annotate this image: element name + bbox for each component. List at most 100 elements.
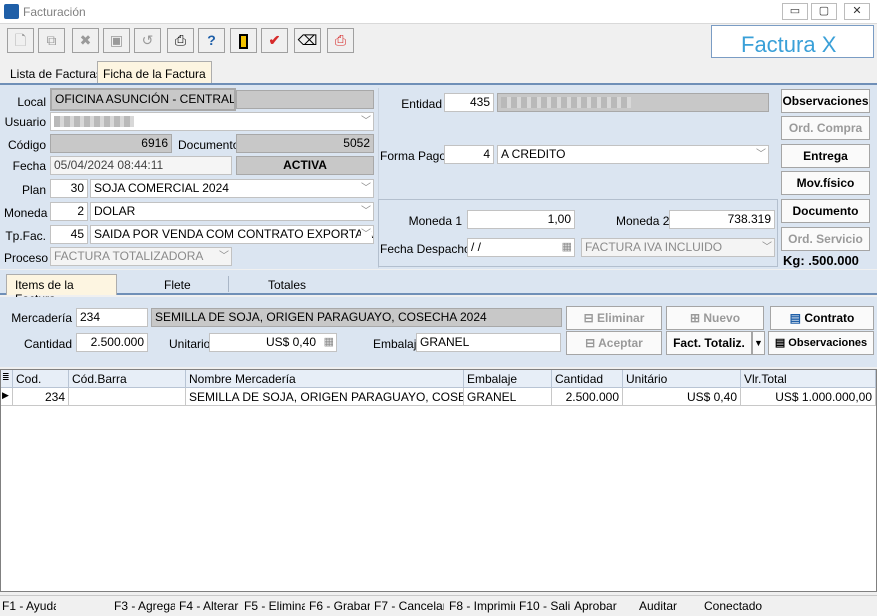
items-grid[interactable]: ≣ Cod. Cód.Barra Nombre Mercadería Embal… (0, 369, 877, 592)
table-cell[interactable]: 234 (13, 388, 69, 406)
moneda1-field[interactable]: 1,00 (467, 210, 575, 229)
title-bar: Facturación ▭ ▢ ✕ (0, 0, 877, 24)
column-header[interactable]: Cantidad (552, 370, 623, 388)
print-red-icon[interactable]: ⎙ (327, 28, 354, 53)
tpfac-code-field[interactable]: 45 (50, 225, 88, 244)
refresh-icon[interactable]: ↺ (134, 28, 161, 53)
save-icon[interactable]: ▣ (103, 28, 130, 53)
entrega-button[interactable]: Entrega (781, 144, 870, 168)
top-tabs: Lista de Facturas Ficha de la Factura (0, 61, 877, 83)
aceptar-button[interactable]: ⊟ Aceptar (566, 331, 662, 355)
mercaderia-name-field[interactable]: SEMILLA DE SOJA, ORIGEN PARAGUAYO, COSEC… (151, 308, 562, 327)
print-icon[interactable]: ⎙ (167, 28, 194, 53)
close-button[interactable]: ✕ (844, 3, 870, 20)
status-aprobar[interactable]: Aprobar (574, 599, 632, 613)
tpfac-select[interactable]: SAIDA POR VENDA COM CONTRATO EXPORTACÃO ﹀ (90, 225, 374, 244)
item-tabs: Items de la Factura Flete Totales (0, 270, 877, 306)
status-f8[interactable]: F8 - Imprimir (449, 599, 515, 613)
codigo-field[interactable]: 6916 (50, 134, 172, 153)
proceso-select[interactable]: FACTURA TOTALIZADORA ﹀ (50, 247, 232, 266)
plan-select[interactable]: SOJA COMERCIAL 2024 ﹀ (90, 179, 374, 198)
ord-servicio-button[interactable]: Ord. Servicio (781, 227, 870, 251)
grid-menu-icon[interactable]: ≣ (1, 370, 13, 388)
tpfac-label: Tp.Fac. (5, 229, 46, 243)
column-header[interactable]: Unitário (623, 370, 741, 388)
status-f1[interactable]: F1 - Ayuda (2, 599, 56, 613)
ord-compra-button[interactable]: Ord. Compra (781, 116, 870, 140)
table-cell[interactable]: GRANEL (464, 388, 552, 406)
dropdown-arrow-icon: ▼ (754, 338, 763, 348)
formapago-code-field[interactable]: 4 (444, 145, 494, 164)
table-cell[interactable]: US$ 1.000.000,00 (741, 388, 876, 406)
item-observaciones-button[interactable]: ▤ Observaciones (768, 331, 874, 355)
formapago-label: Forma Pago (380, 149, 447, 163)
tab-flete[interactable]: Flete (163, 274, 192, 296)
column-header[interactable]: Vlr.Total (741, 370, 876, 388)
column-header[interactable]: Cód.Barra (69, 370, 186, 388)
moneda-code-field[interactable]: 2 (50, 202, 88, 221)
mov-fisico-button[interactable]: Mov.físico (781, 171, 870, 195)
status-f10[interactable]: F10 - Salir (519, 599, 570, 613)
documento-field[interactable]: 5052 (236, 134, 374, 153)
exit-icon[interactable] (230, 28, 257, 53)
fecha-field[interactable]: 05/04/2024 08:44:11 (50, 156, 232, 175)
documento-button[interactable]: Documento (781, 199, 870, 223)
table-cell[interactable]: SEMILLA DE SOJA, ORIGEN PARAGUAYO, COSEC… (186, 388, 464, 406)
entidad-code-field[interactable]: 435 (444, 93, 494, 112)
maximize-button[interactable]: ▢ (811, 3, 837, 20)
copy-icon[interactable]: ⧉ (38, 28, 65, 53)
entidad-name-field[interactable] (497, 93, 769, 112)
codigo-label: Código (7, 138, 46, 152)
moneda2-label: Moneda 2 (616, 214, 670, 228)
confirm-icon[interactable]: ✔ (261, 28, 288, 53)
add-icon: ⊞ (689, 311, 701, 325)
fechadespacho-field[interactable]: / / ▦ (467, 238, 575, 257)
proceso-label: Proceso (4, 251, 49, 265)
accept-icon: ⊟ (585, 336, 596, 350)
status-auditar[interactable]: Auditar (639, 599, 697, 613)
iva-select[interactable]: FACTURA IVA INCLUIDO ﹀ (581, 238, 775, 257)
table-cell[interactable] (69, 388, 186, 406)
status-f5[interactable]: F5 - Eliminar (244, 599, 305, 613)
unitario-field[interactable]: US$ 0,40 ▦ (209, 333, 337, 352)
mercaderia-code-field[interactable]: 234 (76, 308, 148, 327)
contrato-button[interactable]: ▤ Contrato (770, 306, 874, 330)
status-f4[interactable]: F4 - Alterar (179, 599, 240, 613)
local-field[interactable]: OFICINA ASUNCIÓN - CENTRAL (50, 88, 236, 111)
status-f7[interactable]: F7 - Cancelar (374, 599, 444, 613)
cantidad-field[interactable]: 2.500.000 (76, 333, 148, 352)
new-icon[interactable]: 🗋 (7, 28, 34, 53)
erase-icon[interactable]: ⌫ (294, 28, 321, 53)
eliminar-button[interactable]: ⊟ Eliminar (566, 306, 662, 330)
column-header[interactable]: Nombre Mercadería (186, 370, 464, 388)
moneda-select[interactable]: DOLAR ﹀ (90, 202, 374, 221)
column-header[interactable]: Embalaje (464, 370, 552, 388)
observaciones-button[interactable]: Observaciones (781, 89, 870, 113)
nuevo-button[interactable]: ⊞ Nuevo (666, 306, 764, 330)
unitario-label: Unitario (169, 337, 211, 351)
fechadespacho-label: Fecha Despacho (380, 242, 471, 256)
tab-lista-facturas[interactable]: Lista de Facturas (4, 61, 108, 83)
tab-totales[interactable]: Totales (267, 274, 307, 296)
brand-logo: Factura X (711, 25, 874, 58)
column-header[interactable]: Cod. (13, 370, 69, 388)
status-f3[interactable]: F3 - Agregar (114, 599, 175, 613)
table-cell[interactable]: US$ 0,40 (623, 388, 741, 406)
delete-icon[interactable]: ✖ (72, 28, 99, 53)
kg-total: Kg: .500.000 (783, 253, 859, 268)
entidad-label: Entidad (401, 97, 442, 111)
moneda2-field[interactable]: 738.319 (669, 210, 775, 229)
tab-items[interactable]: Items de la Factura (6, 274, 117, 306)
embalaje-field[interactable]: GRANEL (416, 333, 561, 352)
help-icon[interactable]: ? (198, 28, 225, 53)
fact-totaliz-dropdown[interactable]: ▼ (752, 331, 765, 355)
status-f6[interactable]: F6 - Grabar (309, 599, 370, 613)
tab-ficha-factura[interactable]: Ficha de la Factura (97, 61, 212, 83)
usuario-field[interactable]: ﹀ (50, 112, 374, 131)
minimize-button[interactable]: ▭ (782, 3, 808, 20)
plan-code-field[interactable]: 30 (50, 179, 88, 198)
table-cell[interactable]: 2.500.000 (552, 388, 623, 406)
formapago-select[interactable]: A CREDITO ﹀ (497, 145, 769, 164)
mercaderia-label: Mercadería (11, 311, 72, 325)
fact-totaliz-button[interactable]: Fact. Totaliz. (666, 331, 752, 355)
